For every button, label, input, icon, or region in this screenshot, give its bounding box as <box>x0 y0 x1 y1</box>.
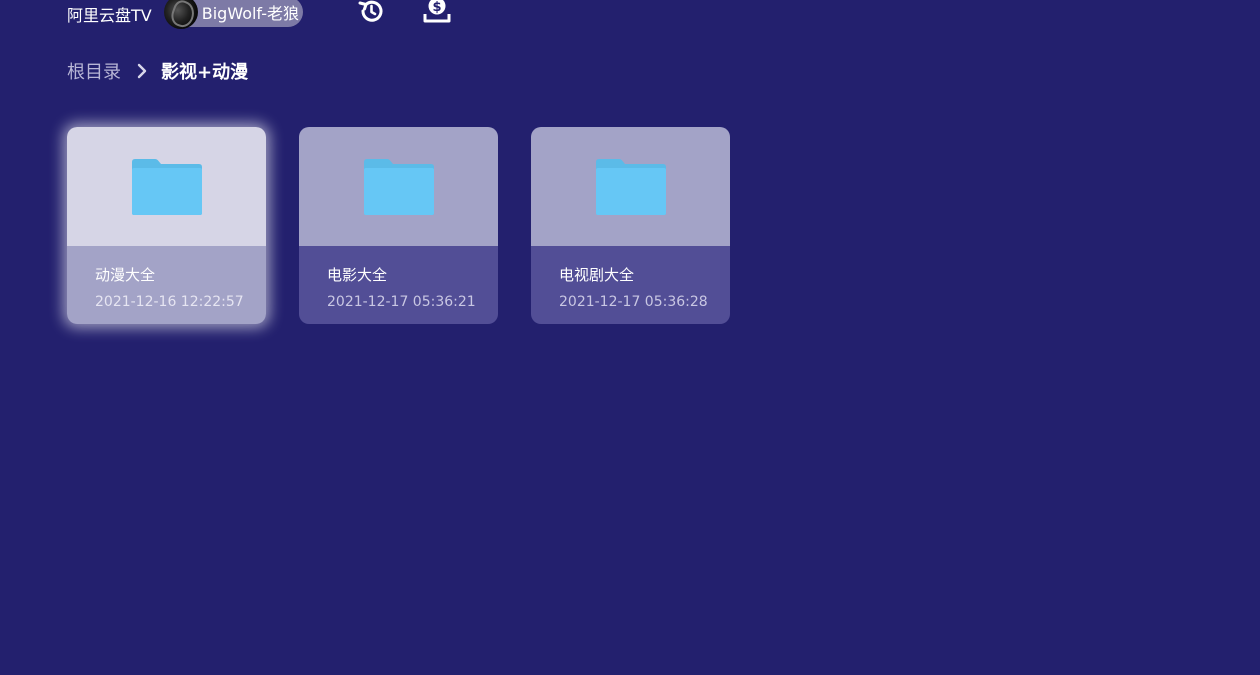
history-icon <box>358 0 383 22</box>
folder-card-anime[interactable]: 动漫大全 2021-12-16 12:22:57 <box>67 127 266 324</box>
folder-card-tv-series[interactable]: 电视剧大全 2021-12-17 05:36:28 <box>531 127 730 324</box>
user-account-button[interactable]: BigWolf-老狼 <box>163 0 303 29</box>
folder-date: 2021-12-17 05:36:21 <box>327 294 476 310</box>
folder-thumbnail <box>531 127 730 246</box>
svg-text:$: $ <box>432 0 441 15</box>
folder-grid: 动漫大全 2021-12-16 12:22:57 电影大全 2021-12-17… <box>67 127 730 324</box>
folder-icon <box>131 158 202 215</box>
folder-name: 电影大全 <box>327 266 388 284</box>
avatar <box>163 0 198 29</box>
folder-info: 电视剧大全 2021-12-17 05:36:28 <box>531 246 730 324</box>
folder-info: 电影大全 2021-12-17 05:36:21 <box>299 246 498 324</box>
folder-name: 电视剧大全 <box>559 266 635 284</box>
user-name: BigWolf-老狼 <box>201 4 299 23</box>
breadcrumb-root[interactable]: 根目录 <box>67 58 121 84</box>
folder-icon <box>595 158 666 215</box>
download-icon: $ <box>423 0 451 23</box>
folder-thumbnail <box>299 127 498 246</box>
history-button[interactable] <box>356 0 386 26</box>
app-title: 阿里云盘TV <box>67 6 152 25</box>
folder-info: 动漫大全 2021-12-16 12:22:57 <box>67 246 266 324</box>
breadcrumb-current: 影视+动漫 <box>161 62 249 83</box>
download-button[interactable]: $ <box>422 0 452 26</box>
chevron-right-icon <box>137 63 147 79</box>
folder-icon <box>363 158 434 215</box>
folder-thumbnail <box>67 127 266 246</box>
breadcrumb: 根目录 影视+动漫 <box>67 58 248 84</box>
folder-card-movies[interactable]: 电影大全 2021-12-17 05:36:21 <box>299 127 498 324</box>
folder-date: 2021-12-17 05:36:28 <box>559 294 708 310</box>
top-bar: 阿里云盘TV BigWolf-老狼 <box>67 0 303 29</box>
folder-name: 动漫大全 <box>95 266 156 284</box>
folder-date: 2021-12-16 12:22:57 <box>95 294 244 310</box>
